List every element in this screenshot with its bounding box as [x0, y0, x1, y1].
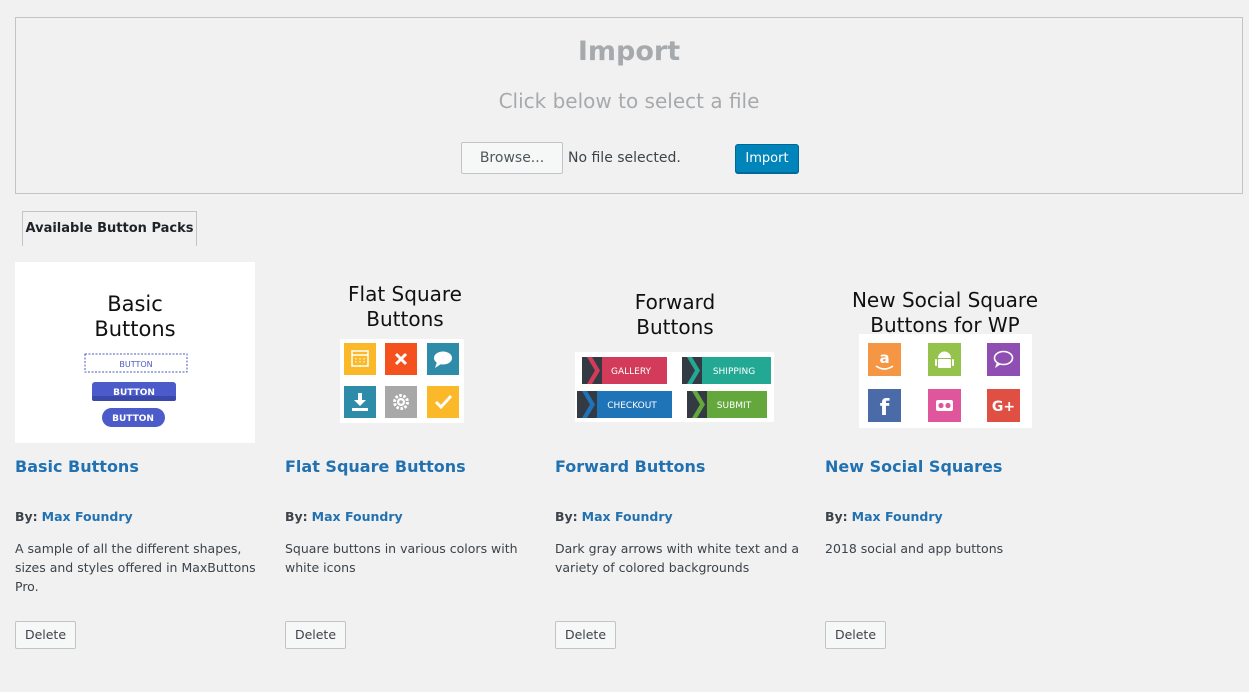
preview-title-line2: Buttons	[94, 317, 175, 341]
preview-gallery-button: GALLERY	[582, 357, 667, 384]
preview-button-submit: SUBMIT	[717, 401, 752, 411]
pack-description: 2018 social and app buttons	[825, 541, 1004, 556]
google-plus-icon: G+	[987, 389, 1020, 422]
author-link[interactable]: Max Foundry	[582, 509, 673, 524]
by-label: By:	[555, 509, 578, 524]
pack-name-link[interactable]: Flat Square Buttons	[285, 457, 466, 476]
file-status: No file selected.	[568, 150, 681, 166]
facebook-icon: f	[868, 389, 901, 422]
author-link[interactable]: Max Foundry	[42, 509, 133, 524]
speech-bubble-icon	[987, 343, 1020, 376]
pack-preview-flat-square-buttons[interactable]: Flat Square Buttons	[285, 262, 525, 443]
check-icon	[427, 386, 459, 418]
pack-name-link[interactable]: Forward Buttons	[555, 457, 705, 476]
preview-title-line1: Forward	[635, 290, 715, 314]
preview-title-line2: Buttons	[366, 307, 443, 331]
by-label: By:	[285, 509, 308, 524]
chat-icon	[427, 343, 459, 375]
pack-preview-forward-buttons[interactable]: Forward Buttons GALLERY SHIPPING CHECKOU…	[555, 262, 795, 443]
pack-preview-basic-buttons[interactable]: Basic Buttons BUTTON BUTTON BUTTON	[15, 262, 255, 443]
preview-button-gallery: GALLERY	[611, 367, 652, 377]
download-icon	[344, 386, 376, 418]
preview-title-line2: Buttons	[636, 315, 713, 339]
svg-text:f: f	[880, 396, 890, 421]
import-button[interactable]: Import	[735, 144, 799, 173]
preview-button-checkout: CHECKOUT	[607, 401, 657, 411]
preview-button-shipping: SHIPPING	[713, 367, 755, 377]
flickr-icon	[928, 389, 961, 422]
delete-button[interactable]: Delete	[555, 621, 616, 649]
tab-available-button-packs[interactable]: Available Button Packs	[22, 211, 197, 246]
by-label: By:	[15, 509, 38, 524]
author-link[interactable]: Max Foundry	[852, 509, 943, 524]
pack-description: Dark gray arrows with white text and a v…	[555, 541, 800, 575]
pack-name-link[interactable]: New Social Squares	[825, 457, 1002, 476]
import-title: Import	[577, 36, 681, 67]
android-icon	[928, 343, 961, 376]
close-icon	[385, 343, 417, 375]
preview-submit-button: SUBMIT	[687, 391, 767, 418]
preview-title-line1: Flat Square	[348, 282, 462, 306]
pack-card-forward-buttons: Forward Buttons GALLERY SHIPPING CHECKOU…	[555, 262, 815, 662]
svg-text:G+: G+	[992, 399, 1015, 415]
preview-shipping-button: SHIPPING	[682, 357, 771, 384]
by-label: By:	[825, 509, 848, 524]
pack-description: A sample of all the different shapes, si…	[15, 541, 256, 594]
delete-button[interactable]: Delete	[285, 621, 346, 649]
import-panel: Import Click below to select a file Brow…	[15, 17, 1243, 194]
author-link[interactable]: Max Foundry	[312, 509, 403, 524]
pack-name-link[interactable]: Basic Buttons	[15, 457, 139, 476]
preview-title-line2: Buttons for WP	[870, 313, 1019, 337]
pack-card-basic-buttons: Basic Buttons BUTTON BUTTON BUTTON Basic…	[15, 262, 275, 662]
pack-author-line: By: Max Foundry	[15, 509, 133, 524]
pack-author-line: By: Max Foundry	[825, 509, 943, 524]
pack-author-line: By: Max Foundry	[285, 509, 403, 524]
pack-card-new-social-squares: New Social Square Buttons for WP a f G+ …	[825, 262, 1085, 662]
pack-author-line: By: Max Foundry	[555, 509, 673, 524]
delete-button[interactable]: Delete	[825, 621, 886, 649]
delete-button[interactable]: Delete	[15, 621, 76, 649]
calendar-icon	[344, 343, 376, 375]
preview-button-2: BUTTON	[113, 388, 155, 398]
browse-button[interactable]: Browse...	[461, 142, 563, 174]
preview-title-line1: Basic	[107, 292, 163, 316]
preview-title-line1: New Social Square	[852, 288, 1038, 312]
preview-checkout-button: CHECKOUT	[577, 391, 672, 418]
pack-card-flat-square-buttons: Flat Square Buttons Flat Square Buttons …	[285, 262, 545, 662]
amazon-icon: a	[868, 343, 901, 376]
gear-icon	[385, 386, 417, 418]
pack-description: Square buttons in various colors with wh…	[285, 541, 518, 575]
preview-button-1: BUTTON	[119, 360, 152, 369]
pack-preview-new-social-squares[interactable]: New Social Square Buttons for WP a f G+	[825, 262, 1065, 443]
import-subtitle: Click below to select a file	[498, 89, 760, 113]
preview-button-3: BUTTON	[112, 414, 154, 424]
svg-text:a: a	[879, 349, 889, 367]
